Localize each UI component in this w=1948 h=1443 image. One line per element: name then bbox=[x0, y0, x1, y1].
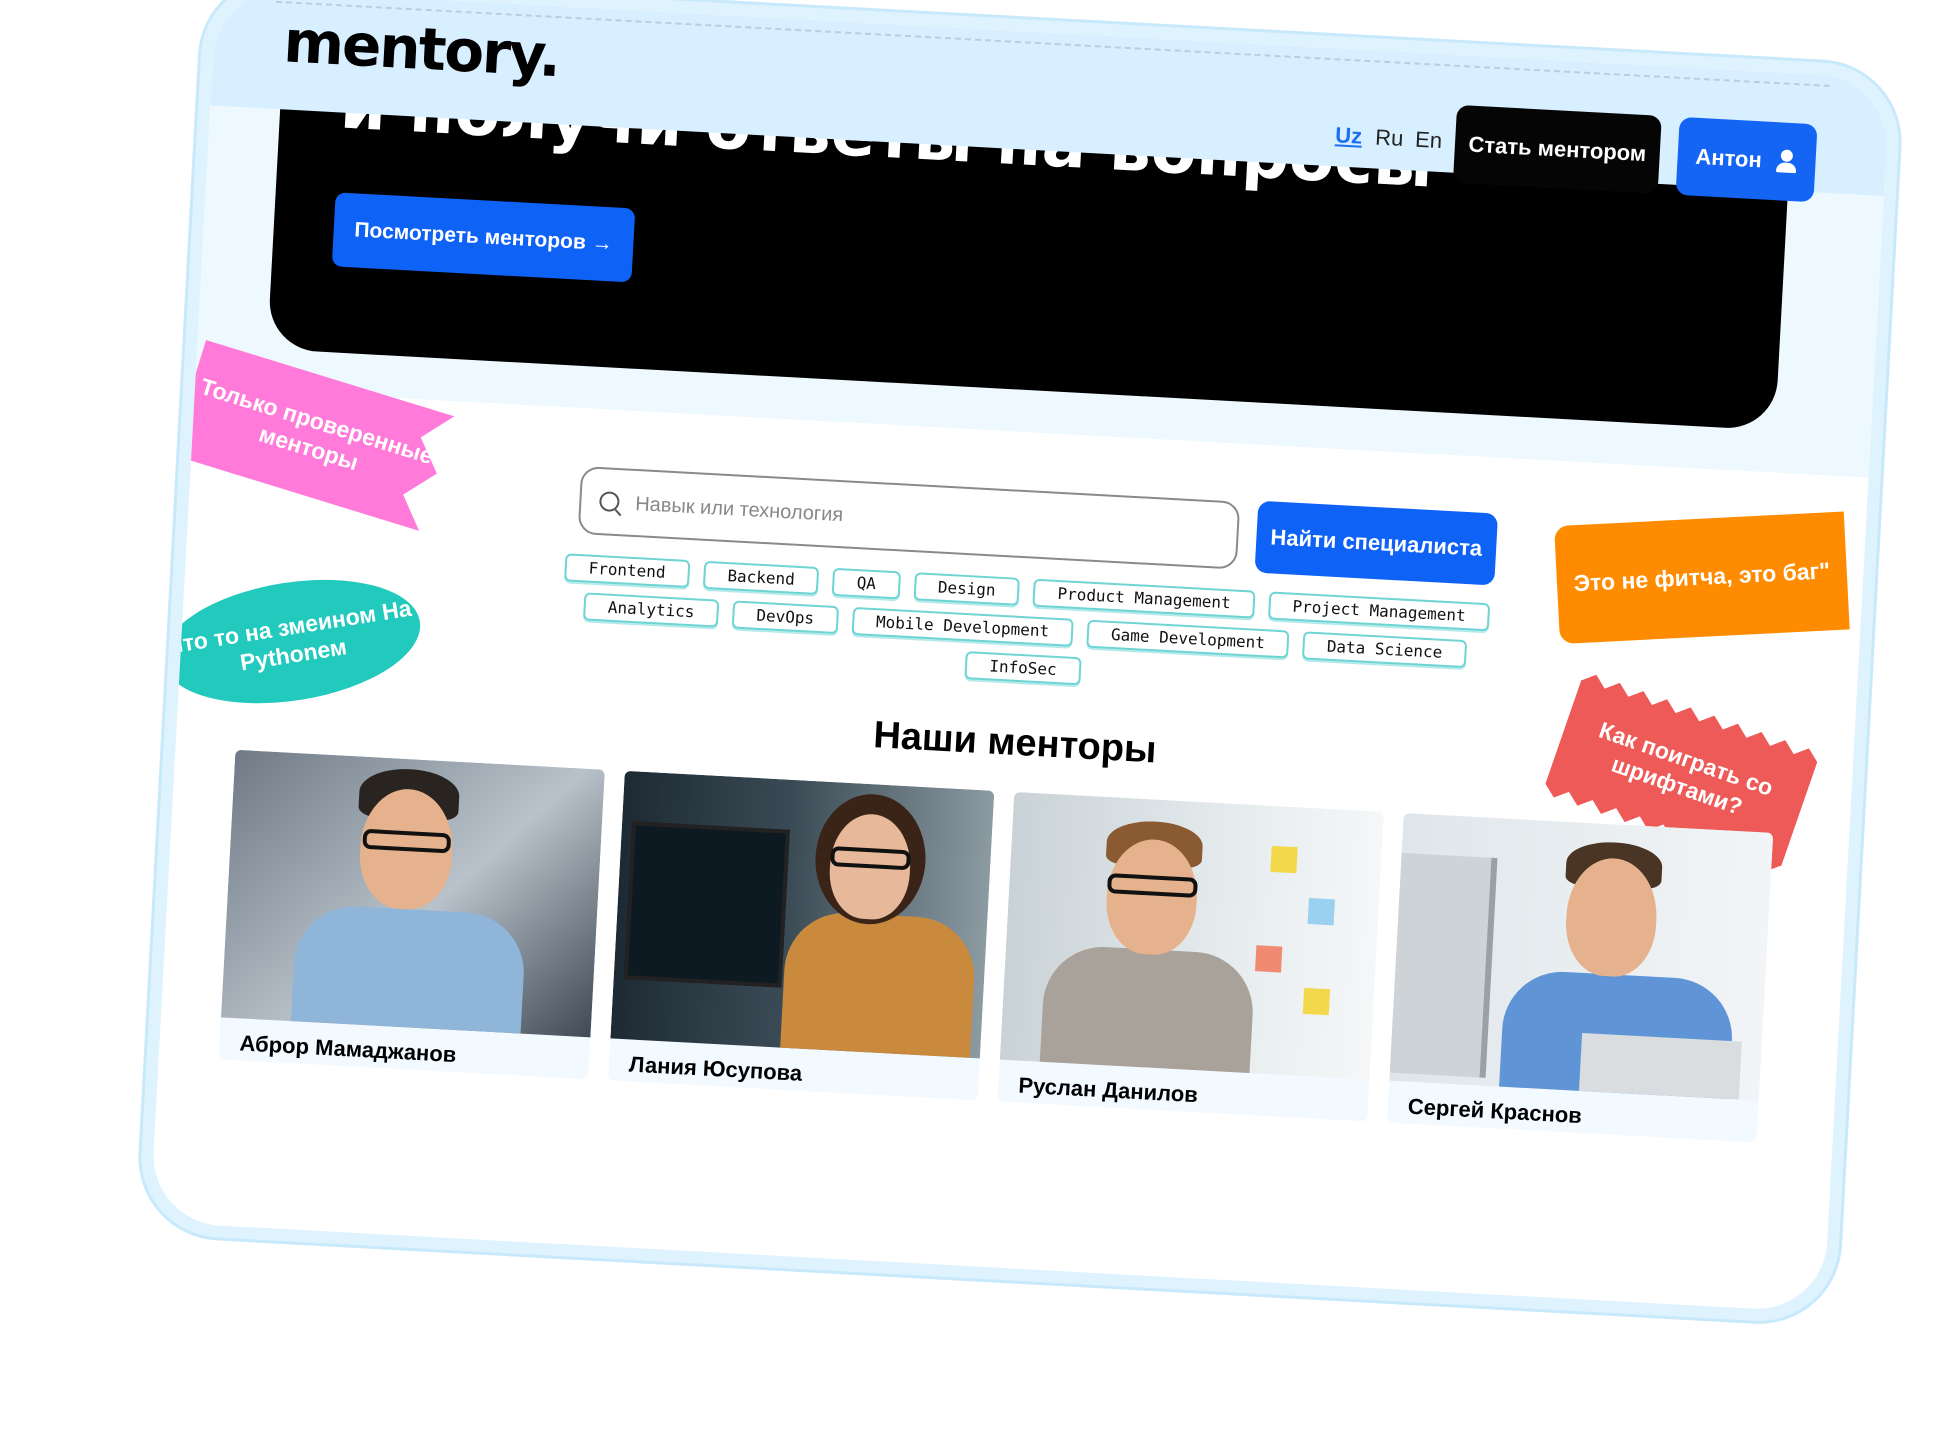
tag-analytics[interactable]: Analytics bbox=[583, 592, 720, 628]
site-logo[interactable]: mentory. bbox=[282, 7, 561, 90]
laptop-shape bbox=[1578, 1032, 1742, 1101]
mentor-body-shape bbox=[289, 903, 527, 1038]
sticker-python-text: Что то на змеином На Pythonем bbox=[164, 595, 414, 676]
mentor-photo bbox=[220, 749, 605, 1038]
become-mentor-button[interactable]: Стать ментором bbox=[1452, 104, 1662, 194]
monitor-shape bbox=[623, 821, 790, 988]
user-menu-button[interactable]: Антон bbox=[1675, 116, 1818, 203]
become-mentor-label: Стать ментором bbox=[1467, 131, 1647, 167]
lang-en[interactable]: En bbox=[1414, 127, 1443, 154]
sticky-note-shape bbox=[1270, 845, 1298, 874]
view-mentors-button[interactable]: Посмотреть менторов → bbox=[331, 192, 636, 283]
sticky-note-shape bbox=[1307, 897, 1335, 926]
sticky-note-shape bbox=[1254, 945, 1283, 973]
tag-infosec[interactable]: InfoSec bbox=[964, 651, 1082, 686]
user-name: Антон bbox=[1694, 143, 1763, 173]
find-specialist-button[interactable]: Найти специалиста bbox=[1254, 500, 1499, 586]
lang-ru[interactable]: Ru bbox=[1375, 124, 1404, 151]
tag-product-management[interactable]: Product Management bbox=[1032, 578, 1256, 619]
mentor-card[interactable]: Руслан Данилов bbox=[997, 791, 1384, 1122]
browser-viewport: mentory. Uz Ru En Стать ментором Антон и… bbox=[149, 0, 1891, 1313]
tag-devops[interactable]: DevOps bbox=[731, 600, 839, 635]
mentor-card[interactable]: Сергей Краснов bbox=[1386, 812, 1774, 1143]
lang-uz[interactable]: Uz bbox=[1335, 122, 1363, 149]
user-icon bbox=[1775, 149, 1798, 174]
search-input[interactable] bbox=[632, 484, 1228, 555]
sticker-bug-text: Это не фитча, это баг" bbox=[1573, 557, 1831, 597]
tag-project-management[interactable]: Project Management bbox=[1267, 591, 1491, 632]
search-box[interactable] bbox=[577, 466, 1241, 570]
tag-design[interactable]: Design bbox=[913, 572, 1021, 606]
tag-backend[interactable]: Backend bbox=[702, 560, 820, 595]
mentors-list: Аброр Мамаджанов Лания Юсупова Руслан Да… bbox=[218, 749, 1774, 1143]
mentor-card[interactable]: Аброр Мамаджанов bbox=[218, 749, 605, 1080]
mentor-body-shape bbox=[778, 909, 978, 1059]
mentor-photo bbox=[1389, 812, 1774, 1101]
computer-shape bbox=[1389, 852, 1498, 1078]
search-icon bbox=[598, 491, 620, 513]
find-specialist-label: Найти специалиста bbox=[1269, 524, 1483, 561]
mentor-body-shape bbox=[1038, 943, 1256, 1080]
view-mentors-label: Посмотреть менторов → bbox=[353, 218, 614, 256]
glasses-icon bbox=[830, 846, 912, 871]
tag-data-science[interactable]: Data Science bbox=[1302, 631, 1467, 669]
sticker-bug: Это не фитча, это баг" bbox=[1554, 511, 1850, 645]
mentor-card[interactable]: Лания Юсупова bbox=[608, 770, 995, 1101]
device-frame: mentory. Uz Ru En Стать ментором Антон и… bbox=[137, 0, 1903, 1326]
mentor-photo bbox=[610, 770, 995, 1059]
mentor-photo bbox=[999, 791, 1384, 1080]
sticky-note-shape bbox=[1302, 987, 1331, 1016]
stage: mentory. Uz Ru En Стать ментором Антон и… bbox=[0, 0, 1948, 1443]
tag-qa[interactable]: QA bbox=[831, 567, 901, 600]
tag-mobile-development[interactable]: Mobile Development bbox=[851, 606, 1074, 647]
tag-frontend[interactable]: Frontend bbox=[563, 553, 691, 588]
tag-game-development[interactable]: Game Development bbox=[1086, 619, 1290, 659]
